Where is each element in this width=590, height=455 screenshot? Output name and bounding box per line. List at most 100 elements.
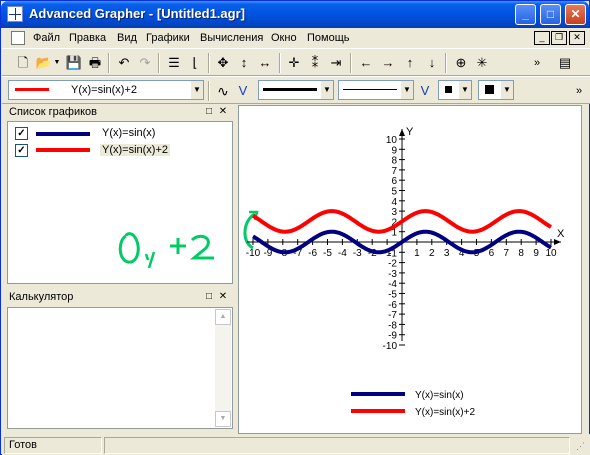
x-tick-label: -4 — [338, 248, 347, 259]
window-list-icon[interactable]: ▤ — [556, 54, 574, 72]
move-right-icon[interactable]: → — [379, 54, 397, 72]
zoom-fit-icon[interactable]: ✳ — [473, 54, 491, 72]
legend-label-1: Y(x)=sin(x)+2 — [415, 407, 475, 418]
move-up-icon[interactable]: ↑ — [401, 54, 419, 72]
stretch-vertical-icon[interactable]: ↕ — [235, 54, 253, 72]
format-toolbar: Y(x)=sin(x)+2 ▼ ∿ V ▼ ▼ V ▼ ▼ » — [2, 76, 590, 104]
open-folder-icon[interactable]: 📂 — [35, 54, 53, 72]
window-title: Advanced Grapher - [Untitled1.agr] — [29, 6, 245, 21]
x-tick-label: -5 — [323, 248, 332, 259]
close-button[interactable]: ✕ — [565, 4, 586, 25]
main-toolbar: 🗋 📂 ▼ 💾 🖶 ↶ ↷ ☰ ⌊ ✥ ↕ ↔ ✛ ⁑ ⇥ ← → ↑ ↓ ⊕ … — [2, 48, 590, 76]
line-width-combo[interactable]: ▼ — [258, 80, 334, 100]
panel-float-icon[interactable]: □ — [203, 291, 215, 303]
compress-all-icon[interactable]: ✛ — [285, 54, 303, 72]
chevron-down-icon[interactable]: ▼ — [191, 81, 203, 99]
move-down-icon[interactable]: ↓ — [423, 54, 441, 72]
new-file-icon[interactable]: 🗋 — [14, 54, 32, 72]
fill-combo[interactable]: ▼ — [478, 80, 514, 100]
center-icon[interactable]: ⊕ — [452, 54, 470, 72]
y-axis-label: Y — [406, 126, 414, 138]
mdi-restore-button[interactable]: ❐ — [551, 31, 567, 45]
app-window: Advanced Grapher - [Untitled1.agr] _ □ ✕… — [0, 0, 590, 455]
stretch-horizontal-icon[interactable]: ↔ — [256, 54, 274, 72]
open-dropdown-icon[interactable]: ▼ — [53, 54, 61, 72]
resize-grip-icon[interactable]: ⋰ — [576, 441, 588, 453]
compress-horizontal-icon[interactable]: ⇥ — [327, 54, 345, 72]
move-left-icon[interactable]: ← — [357, 54, 375, 72]
calculator-area[interactable]: ▲ ▼ — [7, 307, 233, 429]
graph-color-sin-plus2 — [36, 148, 90, 152]
mdi-close-button[interactable]: ✕ — [569, 31, 585, 45]
x-tick-label: 6 — [489, 248, 495, 259]
chevron-down-icon[interactable]: ▼ — [401, 81, 413, 99]
panel-close-icon[interactable]: ✕ — [217, 106, 229, 118]
mdi-minimize-button[interactable]: _ — [534, 31, 550, 45]
panel-float-icon[interactable]: □ — [203, 106, 215, 118]
function-color-swatch — [15, 88, 49, 91]
x-tick-label: -3 — [353, 248, 362, 259]
line-style-curve-icon[interactable]: ∿ — [214, 82, 232, 100]
x-tick-label: 10 — [545, 248, 557, 259]
line-type-combo[interactable]: ▼ — [338, 80, 414, 100]
print-icon[interactable]: 🖶 — [86, 54, 104, 72]
graph-canvas[interactable]: X Y -10 -9 -8 -7 -6 -5 -4 -3 -2 -1 1 2 3 4 5 6 7 8 9 10 10 9 8 7 6… — [238, 105, 582, 434]
menu-file[interactable]: Файл — [33, 32, 60, 44]
graph-checkbox-sin[interactable]: ✓ — [15, 127, 28, 140]
marker-combo[interactable]: ▼ — [438, 80, 472, 100]
graph-label-sin-plus2[interactable]: Y(x)=sin(x)+2 — [100, 144, 171, 156]
minimize-button[interactable]: _ — [515, 4, 536, 25]
function-plot[interactable]: XY-10 -9 -8 -7 -6 -5 -4 -3 -2 -1 1 2 3 4 5 6 7 8 9 10109876… — [239, 106, 581, 433]
scroll-down-icon[interactable]: ▼ — [215, 411, 231, 427]
marker-v-icon[interactable]: V — [416, 82, 434, 100]
panel-close-icon[interactable]: ✕ — [217, 291, 229, 303]
chevron-down-icon[interactable]: ▼ — [501, 81, 513, 99]
calc-scrollbar[interactable]: ▲ ▼ — [215, 309, 231, 427]
graph-label-sin[interactable]: Y(x)=sin(x) — [102, 127, 155, 139]
x-tick-label: 7 — [504, 248, 510, 259]
status-bar: Готов ⋰ — [2, 434, 590, 455]
function-combo[interactable]: Y(x)=sin(x)+2 ▼ — [8, 80, 204, 100]
status-pane-right — [104, 437, 570, 454]
menu-graphs[interactable]: Графики — [146, 32, 190, 44]
x-axis-label: X — [557, 228, 565, 240]
menu-edit[interactable]: Правка — [69, 32, 106, 44]
x-tick-label: -6 — [308, 248, 317, 259]
menu-bar: Файл Правка Вид Графики Вычисления Окно … — [2, 28, 590, 48]
calc-panel-header: Калькулятор □ ✕ — [7, 290, 233, 306]
toolbar-overflow-icon[interactable]: » — [528, 54, 546, 72]
menu-view[interactable]: Вид — [117, 32, 137, 44]
calc-panel-title: Калькулятор — [9, 291, 74, 303]
app-icon[interactable] — [7, 6, 23, 22]
redo-icon[interactable]: ↷ — [136, 54, 154, 72]
document-icon[interactable] — [11, 31, 25, 45]
pan-icon[interactable]: ✥ — [214, 54, 232, 72]
status-text: Готов — [4, 437, 102, 454]
menu-window[interactable]: Окно — [271, 32, 297, 44]
save-icon[interactable]: 💾 — [65, 54, 83, 72]
x-tick-label: 1 — [414, 248, 420, 259]
undo-icon[interactable]: ↶ — [115, 54, 133, 72]
x-tick-label: 9 — [533, 248, 539, 259]
chevron-down-icon[interactable]: ▼ — [459, 81, 471, 99]
maximize-button[interactable]: □ — [540, 4, 561, 25]
x-tick-label: 3 — [444, 248, 450, 259]
scroll-up-icon[interactable]: ▲ — [215, 309, 231, 325]
graph-checkbox-sin-plus2[interactable]: ✓ — [15, 144, 28, 157]
y-axis-arrow — [399, 129, 405, 136]
chevron-down-icon[interactable]: ▼ — [321, 81, 333, 99]
toolbar-overflow-icon[interactable]: » — [570, 82, 588, 100]
x-tick-label: 8 — [518, 248, 524, 259]
axes-icon[interactable]: ⌊ — [186, 54, 204, 72]
menu-help[interactable]: Помощь — [307, 32, 350, 44]
graphs-panel-header: Список графиков □ ✕ — [7, 105, 233, 121]
function-combo-value: Y(x)=sin(x)+2 — [71, 84, 138, 96]
x-tick-label: 2 — [429, 248, 435, 259]
menu-calculations[interactable]: Вычисления — [200, 32, 263, 44]
compress-vertical-icon[interactable]: ⁑ — [306, 54, 324, 72]
graphs-list: ✓ Y(x)=sin(x) ✓ Y(x)=sin(x)+2 — [7, 121, 233, 284]
title-bar[interactable]: Advanced Grapher - [Untitled1.agr] _ □ ✕ — [1, 1, 589, 28]
line-style-v-icon[interactable]: V — [234, 82, 252, 100]
y-tick-label: -10 — [383, 341, 398, 352]
graph-list-icon[interactable]: ☰ — [165, 54, 183, 72]
